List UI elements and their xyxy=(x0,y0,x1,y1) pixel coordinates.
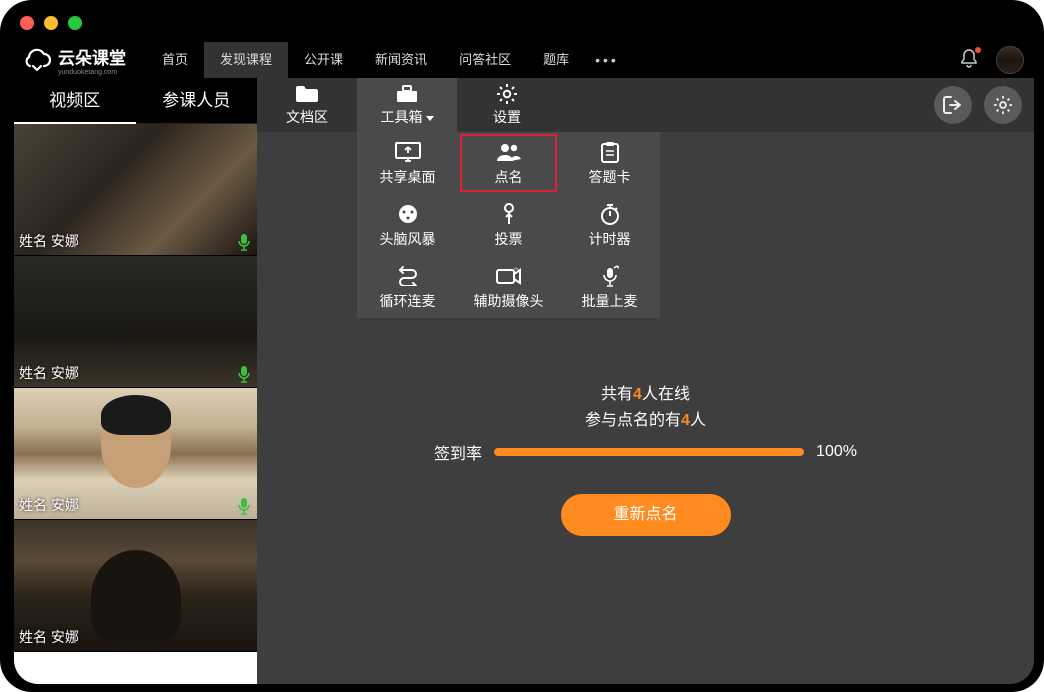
attendance-rate-row: 签到率 100% xyxy=(257,440,1034,464)
gear-icon xyxy=(496,83,518,105)
tool-label: 头脑风暴 xyxy=(380,229,436,249)
gear-icon xyxy=(993,95,1013,115)
folder-icon xyxy=(295,83,319,105)
toolbox-icon xyxy=(395,83,419,105)
video-tile[interactable]: 姓名 安娜 xyxy=(14,256,257,388)
left-tabs: 视频区 参课人员 xyxy=(14,78,257,124)
brand-name: 云朵课堂 xyxy=(58,49,126,68)
tab-toolbox-label: 工具箱 xyxy=(381,107,434,127)
tool-batch-mic[interactable]: 批量上麦 xyxy=(559,256,660,318)
content-body: 视频区 参课人员 姓名 安娜 姓名 安娜 xyxy=(14,78,1034,684)
tool-label: 共享桌面 xyxy=(380,167,436,187)
tool-label: 辅助摄像头 xyxy=(474,291,544,311)
app-body: 云朵课堂 yunduoketang.com 首页 发现课程 公开课 新闻资讯 问… xyxy=(14,42,1034,684)
mic-icon[interactable] xyxy=(237,497,251,515)
participant-name: 姓名 安娜 xyxy=(19,627,79,647)
nav-news[interactable]: 新闻资讯 xyxy=(359,42,443,78)
mic-icon[interactable] xyxy=(237,233,251,251)
brainstorm-icon xyxy=(397,202,419,226)
mic-icon[interactable] xyxy=(237,365,251,383)
window-controls xyxy=(20,16,82,30)
tool-label: 答题卡 xyxy=(589,167,631,187)
online-count-line: 共有4人在线 xyxy=(257,380,1034,404)
loop-icon xyxy=(396,264,420,288)
rollcall-panel: 共有4人在线 参与点名的有4人 签到率 100% 重新点名 xyxy=(257,378,1034,536)
rate-label: 签到率 xyxy=(434,440,482,464)
nav-bank[interactable]: 题库 xyxy=(527,42,585,78)
cloud-icon xyxy=(24,48,52,72)
app-window: 云朵课堂 yunduoketang.com 首页 发现课程 公开课 新闻资讯 问… xyxy=(0,0,1044,692)
participant-name: 姓名 安娜 xyxy=(19,231,79,251)
participant-name: 姓名 安娜 xyxy=(19,495,79,515)
rollcall-again-button[interactable]: 重新点名 xyxy=(561,494,731,536)
tool-answer-card[interactable]: 答题卡 xyxy=(559,132,660,194)
tab-attendees[interactable]: 参课人员 xyxy=(136,78,258,123)
toolbox-dropdown: 共享桌面 点名 答题卡 头脑风暴 xyxy=(357,132,660,318)
timer-icon xyxy=(599,202,621,226)
tool-roll-call[interactable]: 点名 xyxy=(458,132,559,194)
nav-right xyxy=(960,42,1024,78)
nav-qa[interactable]: 问答社区 xyxy=(443,42,527,78)
settings-button[interactable] xyxy=(984,86,1022,124)
mic-up-icon xyxy=(601,264,619,288)
top-nav: 云朵课堂 yunduoketang.com 首页 发现课程 公开课 新闻资讯 问… xyxy=(14,42,1034,78)
rate-value: 100% xyxy=(816,443,857,461)
tab-toolbox[interactable]: 工具箱 xyxy=(357,78,457,132)
chevron-down-icon xyxy=(426,116,434,121)
rate-progress-bar xyxy=(494,448,804,456)
notifications-button[interactable] xyxy=(960,49,978,72)
tab-documents[interactable]: 文档区 xyxy=(257,78,357,132)
vote-icon xyxy=(499,202,519,226)
person-silhouette xyxy=(91,550,181,645)
close-window-button[interactable] xyxy=(20,16,34,30)
tool-label: 点名 xyxy=(495,167,523,187)
nav-more-icon[interactable]: ••• xyxy=(585,52,629,68)
camera-icon xyxy=(496,264,522,288)
exit-icon xyxy=(943,96,963,114)
brand-sub: yunduoketang.com xyxy=(58,69,126,76)
tool-label: 投票 xyxy=(495,229,523,249)
tool-label: 循环连麦 xyxy=(380,291,436,311)
tool-brainstorm[interactable]: 头脑风暴 xyxy=(357,194,458,256)
video-tile[interactable]: 姓名 安娜 xyxy=(14,388,257,520)
people-icon xyxy=(496,140,522,164)
left-panel: 视频区 参课人员 姓名 安娜 姓名 安娜 xyxy=(14,78,257,684)
tool-loop-mic[interactable]: 循环连麦 xyxy=(357,256,458,318)
notification-dot xyxy=(975,47,981,53)
tab-documents-label: 文档区 xyxy=(286,107,328,127)
participated-count-line: 参与点名的有4人 xyxy=(257,406,1034,430)
exit-button[interactable] xyxy=(934,86,972,124)
maximize-window-button[interactable] xyxy=(68,16,82,30)
participant-name: 姓名 安娜 xyxy=(19,363,79,383)
video-tile-empty[interactable] xyxy=(14,652,257,684)
share-screen-icon xyxy=(395,140,421,164)
user-avatar[interactable] xyxy=(996,46,1024,74)
tool-label: 批量上麦 xyxy=(582,291,638,311)
nav-public[interactable]: 公开课 xyxy=(288,42,359,78)
tool-vote[interactable]: 投票 xyxy=(458,194,559,256)
tool-aux-camera[interactable]: 辅助摄像头 xyxy=(458,256,559,318)
person-silhouette xyxy=(101,403,171,488)
video-tile[interactable]: 姓名 安娜 xyxy=(14,124,257,256)
participated-count: 4 xyxy=(681,412,690,429)
nav-discover[interactable]: 发现课程 xyxy=(204,42,288,78)
tool-label: 计时器 xyxy=(589,229,631,249)
nav-home[interactable]: 首页 xyxy=(146,42,204,78)
video-tile[interactable]: 姓名 安娜 xyxy=(14,520,257,652)
video-list: 姓名 安娜 姓名 安娜 姓名 安娜 xyxy=(14,124,257,684)
main-panel: 文档区 工具箱 设置 xyxy=(257,78,1034,684)
toolbar-right xyxy=(934,86,1034,124)
tab-settings-label: 设置 xyxy=(493,107,521,127)
tab-video-zone[interactable]: 视频区 xyxy=(14,78,136,123)
main-toolbar: 文档区 工具箱 设置 xyxy=(257,78,1034,132)
tool-timer[interactable]: 计时器 xyxy=(559,194,660,256)
minimize-window-button[interactable] xyxy=(44,16,58,30)
online-count: 4 xyxy=(633,386,642,403)
tab-settings[interactable]: 设置 xyxy=(457,78,557,132)
clipboard-icon xyxy=(600,140,620,164)
brand-logo[interactable]: 云朵课堂 yunduoketang.com xyxy=(24,44,126,76)
tool-share-screen[interactable]: 共享桌面 xyxy=(357,132,458,194)
